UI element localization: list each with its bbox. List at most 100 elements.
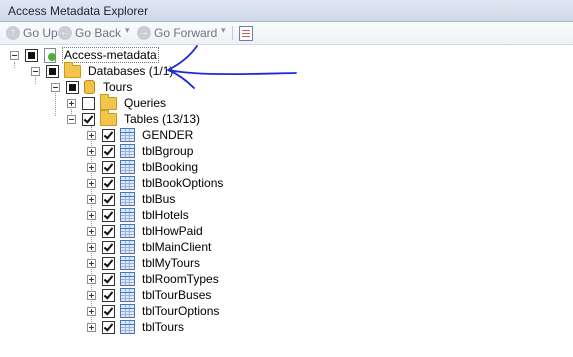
table-checkbox[interactable] [102,128,115,142]
table-item[interactable]: GENDER [87,127,194,143]
table-label: tblHotels [142,208,189,222]
table-icon [120,272,135,286]
table-label: tblTours [142,320,185,334]
table-item[interactable]: tblMyTours [87,255,201,271]
collapse-toggle-icon[interactable] [67,114,76,124]
table-icon [120,208,135,222]
collapse-toggle-icon[interactable] [10,50,19,60]
table-icon [120,128,135,142]
tree-node-tours[interactable]: Tours [51,79,133,95]
go-forward-button[interactable]: → Go Forward [137,24,217,42]
table-checkbox[interactable] [102,256,115,270]
expand-toggle-icon[interactable] [87,130,96,140]
tree-node-label: Tables (13/13) [124,112,201,126]
table-item[interactable]: tblTourBuses [87,287,212,303]
expand-toggle-icon[interactable] [87,306,96,316]
table-item[interactable]: tblMainClient [87,239,212,255]
tree-node-tables[interactable]: Tables (13/13) [67,109,201,127]
table-checkbox[interactable] [102,272,115,286]
table-item[interactable]: tblBookOptions [87,175,224,191]
go-up-button[interactable]: ↑ Go Up [6,24,58,42]
table-icon [120,192,135,206]
table-item[interactable]: tblTours [87,319,185,335]
table-item[interactable]: tblBgroup [87,143,194,159]
table-item[interactable]: tblBooking [87,159,199,175]
access-database-icon [43,48,57,63]
expand-toggle-icon[interactable] [87,210,96,220]
window-title-bar: Access Metadata Explorer [0,0,573,22]
go-up-label: Go Up [23,26,58,40]
tours-checkbox[interactable] [66,80,79,94]
collapse-toggle-icon[interactable] [51,82,60,92]
collapse-toggle-icon[interactable] [31,66,40,76]
table-checkbox[interactable] [102,224,115,238]
table-checkbox[interactable] [102,144,115,158]
table-checkbox[interactable] [102,160,115,174]
go-back-button[interactable]: ← Go Back [58,24,121,42]
table-label: tblMainClient [142,240,212,254]
table-icon [120,304,135,318]
table-label: tblMyTours [142,256,201,270]
expand-toggle-icon[interactable] [87,274,96,284]
go-back-dropdown-icon[interactable]: ▾ [125,25,130,36]
expand-toggle-icon[interactable] [87,178,96,188]
tree-node-queries[interactable]: Queries [67,93,167,111]
table-item[interactable]: tblTourOptions [87,303,220,319]
table-item[interactable]: tblBus [87,191,176,207]
table-checkbox[interactable] [102,176,115,190]
forward-arrow-icon: → [137,26,151,40]
table-label: tblBgroup [142,144,194,158]
table-checkbox[interactable] [102,288,115,302]
table-icon [120,240,135,254]
folder-icon [100,109,117,126]
expand-toggle-icon[interactable] [67,98,76,108]
tree-node-databases[interactable]: Databases (1/1) [31,61,174,79]
table-label: tblBus [142,192,176,206]
table-label: tblRoomTypes [142,272,219,286]
back-arrow-icon: ← [58,26,72,40]
table-icon [120,288,135,302]
table-item[interactable]: tblHowPaid [87,223,204,239]
table-checkbox[interactable] [102,208,115,222]
expand-toggle-icon[interactable] [87,194,96,204]
tree-node-label: Databases (1/1) [88,64,174,78]
tree-node-root[interactable]: Access-metadata [10,47,159,63]
table-label: tblBookOptions [142,176,224,190]
databases-checkbox[interactable] [46,64,59,78]
metadata-tree: Access-metadata Databases (1/1) Tours Qu… [0,46,573,357]
database-cylinder-icon [84,80,95,94]
tree-node-label: Tours [103,80,133,94]
expand-toggle-icon[interactable] [87,242,96,252]
up-arrow-icon: ↑ [6,26,20,40]
queries-checkbox[interactable] [82,96,95,110]
table-icon [120,160,135,174]
folder-icon [100,93,117,110]
table-label: tblHowPaid [142,224,203,238]
go-forward-label: Go Forward [154,26,218,40]
expand-toggle-icon[interactable] [87,226,96,236]
expand-toggle-icon[interactable] [87,146,96,156]
tree-node-label: Access-metadata [62,47,159,63]
toolbar: ↑ Go Up ← Go Back ▾ → Go Forward ▾ [0,22,573,45]
expand-toggle-icon[interactable] [87,290,96,300]
table-item[interactable]: tblHotels [87,207,190,223]
tables-checkbox[interactable] [82,112,95,126]
table-item[interactable]: tblRoomTypes [87,271,220,287]
table-icon [120,320,135,334]
go-forward-dropdown-icon[interactable]: ▾ [221,25,226,36]
expand-toggle-icon[interactable] [87,322,96,332]
folder-icon [64,61,81,78]
table-checkbox[interactable] [102,192,115,206]
table-label: tblBooking [142,160,199,174]
expand-toggle-icon[interactable] [87,162,96,172]
table-label: tblTourBuses [142,288,212,302]
root-checkbox[interactable] [25,48,38,62]
table-checkbox[interactable] [102,304,115,318]
table-checkbox[interactable] [102,240,115,254]
properties-grid-icon[interactable] [239,26,253,41]
table-icon [120,224,135,238]
window-title: Access Metadata Explorer [8,4,149,18]
table-icon [120,176,135,190]
expand-toggle-icon[interactable] [87,258,96,268]
table-checkbox[interactable] [102,320,115,334]
